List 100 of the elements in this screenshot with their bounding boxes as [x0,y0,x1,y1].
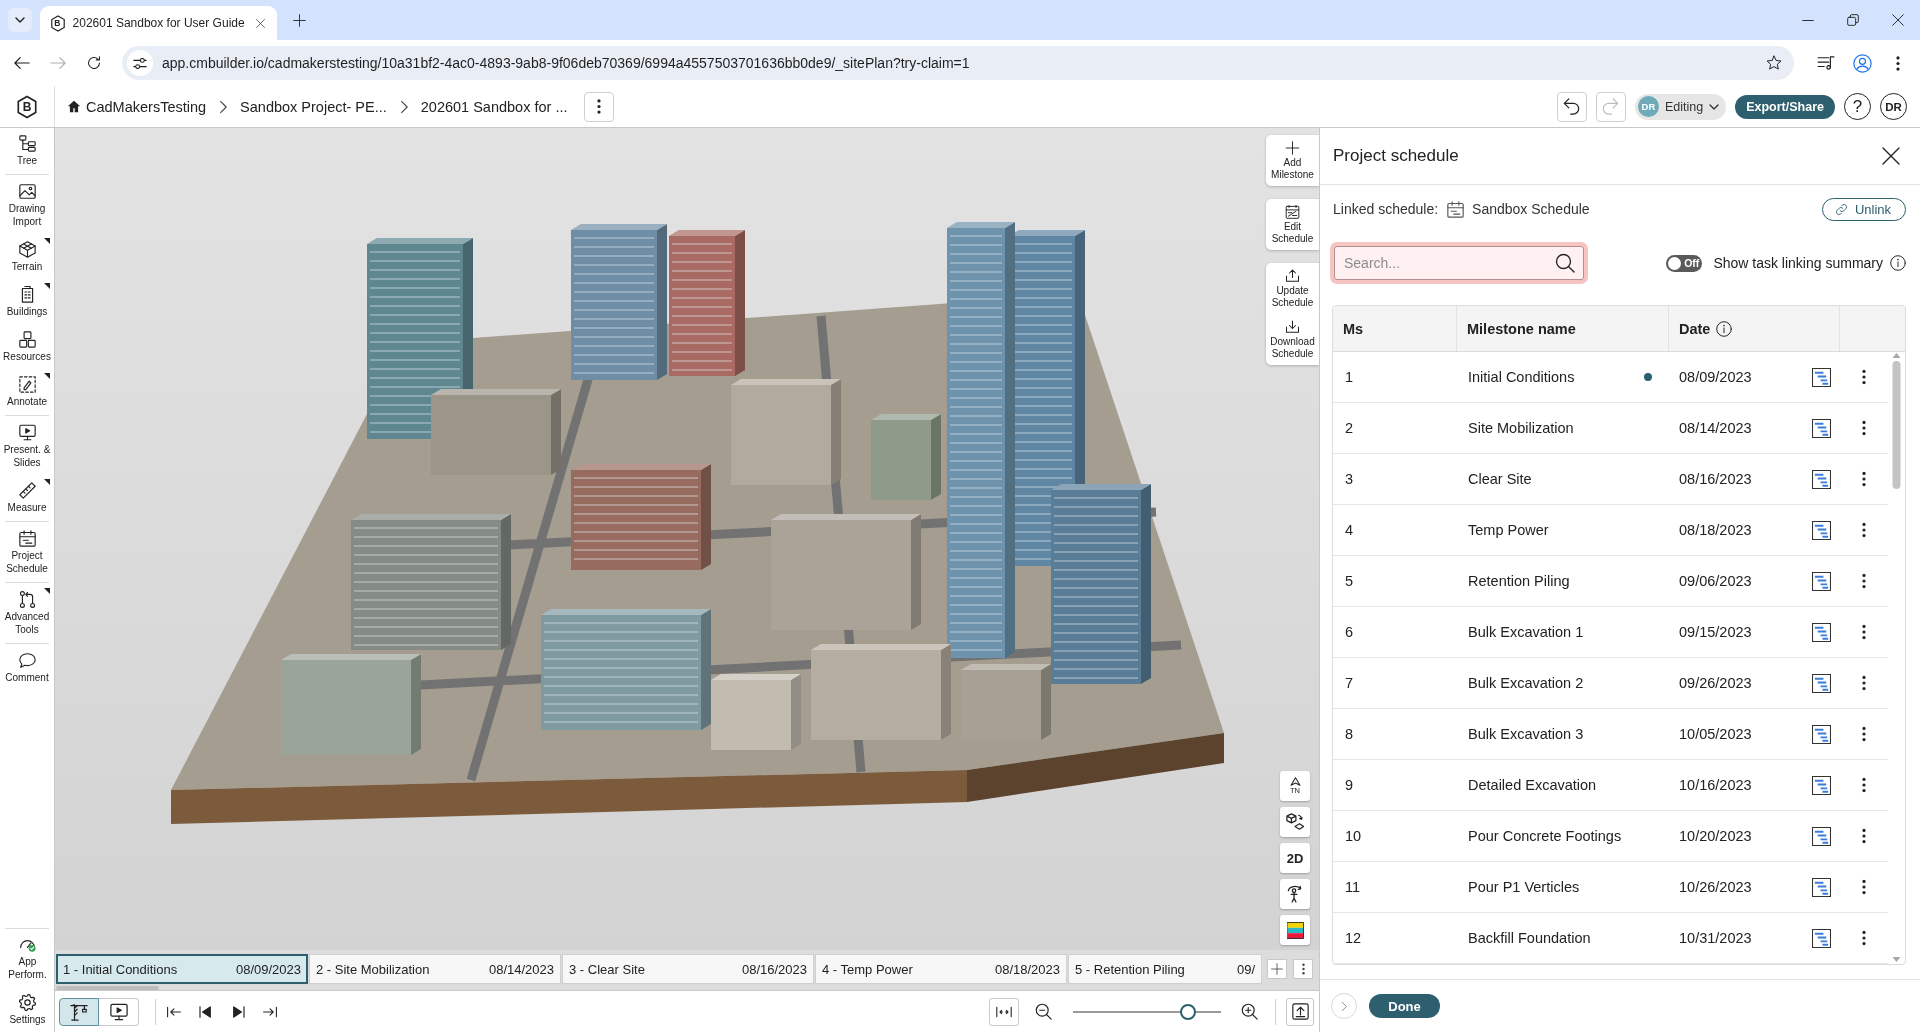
playlist-icon [1817,56,1835,70]
search-icon[interactable] [1555,253,1575,273]
view-cube-button[interactable] [1280,807,1310,837]
sidebar-item[interactable]: Resources [0,324,54,369]
view-2d-button[interactable]: 2D [1280,843,1310,873]
speech-bubble-icon [18,652,36,669]
gantt-icon[interactable] [1812,826,1831,846]
milestone-tab[interactable]: 5 - Retention Piling 09/ [1068,954,1262,984]
kebab-icon [1862,726,1866,742]
gantt-icon[interactable] [1812,520,1831,540]
kebab-icon [1862,624,1866,640]
edit-schedule-button[interactable]: Edit Schedule [1266,199,1319,250]
table-cell: Initial Conditions [1468,369,1575,385]
play-screen-icon [109,1002,128,1021]
breadcrumb-link[interactable]: CadMakersTesting [67,98,207,115]
plus-icon [1271,963,1283,975]
gantt-icon[interactable] [1812,622,1831,642]
gantt-icon[interactable] [1812,367,1831,387]
export-image-button[interactable] [1286,997,1314,1026]
gantt-icon[interactable] [1812,571,1831,591]
browser-tab[interactable]: B 202601 Sandbox for User Guide [40,6,277,40]
sidebar-item[interactable]: Settings [0,987,55,1032]
sidebar-item[interactable]: Project Schedule [0,523,54,581]
kebab-icon [1862,420,1866,436]
breadcrumb-link[interactable]: 202601 Sandbox for ... [420,98,568,115]
update-schedule-button[interactable]: Update Schedule [1266,263,1319,314]
kebab-icon [1896,55,1900,71]
sidebar-item[interactable]: Drawing Import [0,176,54,234]
table-cell: 08/16/2023 [1679,471,1752,487]
close-button[interactable] [1880,145,1902,167]
add-milestone-button[interactable]: Add Milestone [1266,135,1319,186]
slider-thumb[interactable] [1180,1003,1197,1020]
step-forward-icon [230,1005,246,1018]
gantt-icon[interactable] [1812,673,1831,693]
kebab-icon [1862,522,1866,538]
legend-button[interactable] [1280,915,1310,945]
table-cell: 10/05/2023 [1679,726,1752,742]
fit-button[interactable] [989,997,1019,1026]
gantt-icon[interactable] [1812,724,1831,744]
milestone-tab[interactable]: 1 - Initial Conditions 08/09/2023 [56,954,308,984]
sidebar-item[interactable]: App Perform. [0,929,55,987]
branch-icon [18,591,36,608]
undo-button[interactable] [1556,91,1587,122]
export-share-button[interactable]: Export/Share [1735,94,1835,119]
walk-mode-button[interactable] [1280,879,1310,909]
mode-dropdown[interactable]: DR Editing [1634,93,1727,120]
kebab-icon [1862,471,1866,487]
zoom-in-icon [1240,1003,1258,1020]
slides-mode-button[interactable] [99,997,139,1026]
milestone-tab[interactable]: 2 - Site Mobilization 08/14/2023 [309,954,561,984]
download-schedule-button[interactable]: Download Schedule [1266,314,1319,365]
download-icon [1285,320,1300,334]
sidebar-item[interactable]: Present. & Slides [0,417,54,475]
table-cell: 09/26/2023 [1679,675,1752,691]
gantt-icon[interactable] [1812,928,1831,948]
toggle-switch[interactable]: Off [1666,254,1703,272]
table-cell: Pour Concrete Footings [1468,828,1622,844]
milestone-tab[interactable]: 3 - Clear Site 08/16/2023 [562,954,814,984]
sidebar-item[interactable]: Comment [0,645,54,690]
settings-icon [19,994,36,1011]
table-cell: 5 [1345,573,1354,589]
breadcrumb-link[interactable]: Sandbox Project- PE... [240,98,387,115]
forward-arrow-icon [50,56,66,70]
gantt-icon[interactable] [1812,775,1831,795]
sidebar-item[interactable]: Measure [0,475,54,520]
color-stripes-icon [1286,921,1304,939]
gantt-icon[interactable] [1812,469,1831,489]
done-button[interactable]: Done [1369,994,1440,1018]
table-cell: 09/15/2023 [1679,624,1752,640]
app-logo[interactable]: B [16,94,38,119]
crane-mode-button[interactable] [59,997,99,1026]
table-cell: Clear Site [1468,471,1532,487]
table-cell: 8 [1345,726,1354,742]
toggle-label: Show task linking summary [1713,255,1883,271]
kebab-icon [1862,930,1866,946]
sidebar-item[interactable]: Buildings [0,279,54,324]
star-icon [1766,55,1782,71]
site-info-button[interactable] [127,50,153,76]
crane-icon [70,1002,88,1021]
address-field[interactable]: app.cmbuilder.io/cadmakerstesting/10a31bf2-4ac0-4893-9ab8-9f06deb70369/6994a4557503701636bb0de9/_sitePlan?try-claim=1 [122,46,1794,80]
calendar-icon [1447,200,1465,218]
milestone-tab[interactable]: 4 - Temp Power 08/18/2023 [815,954,1067,984]
chevron-right-icon [399,99,408,114]
sidebar-item[interactable]: Annotate [0,369,54,414]
sidebar-item[interactable]: Advanced Tools [0,584,54,642]
sidebar-item[interactable]: Terrain [0,234,54,279]
kebab-icon [1862,828,1866,844]
ruler-icon [18,482,36,499]
search-field[interactable]: Search... [1334,246,1584,280]
step-back-icon [198,1005,214,1018]
gantt-icon[interactable] [1812,877,1831,897]
table-cell: Retention Piling [1468,573,1570,589]
chevron-right-icon [1341,1000,1347,1012]
caret-icon [1709,103,1720,110]
table-cell: Site Mobilization [1468,420,1574,436]
sidebar-item[interactable]: Tree [0,128,54,173]
zoom-out-icon [1034,1003,1052,1020]
table-cell: Bulk Excavation 3 [1468,726,1584,742]
tab-search-button[interactable] [8,8,32,32]
gantt-icon[interactable] [1812,418,1831,438]
